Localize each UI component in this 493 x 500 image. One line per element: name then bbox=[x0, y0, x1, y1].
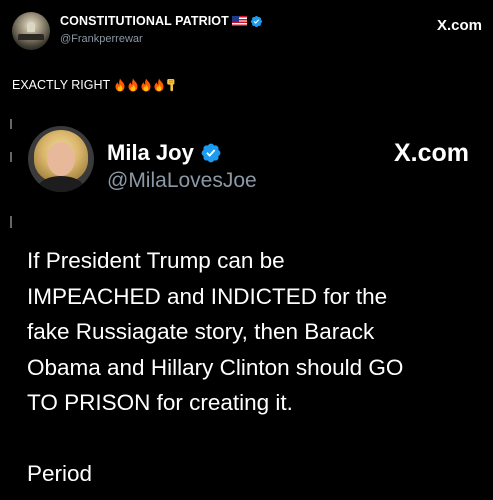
avatar-face-graphic bbox=[47, 142, 75, 176]
site-watermark: X.com bbox=[436, 17, 482, 34]
fire-emoji bbox=[154, 78, 164, 92]
thread-line-mark bbox=[10, 119, 12, 129]
fire-emoji bbox=[128, 78, 138, 92]
quoted-post-closing: Period bbox=[27, 460, 93, 486]
thread-line-mark bbox=[10, 152, 12, 162]
quoted-post-line: fake Russiagate story, then Barack bbox=[27, 319, 375, 344]
quoted-avatar[interactable] bbox=[28, 126, 94, 192]
quoted-post-line: TO PRISON for creating it. bbox=[27, 390, 293, 415]
display-name[interactable]: CONSTITUTIONAL PATRIOT bbox=[60, 14, 229, 28]
quoted-post-line: Obama and Hillary Clinton should GO bbox=[27, 354, 404, 380]
quoted-post-line: If President Trump can be bbox=[27, 248, 285, 273]
fire-emoji bbox=[115, 78, 125, 92]
post-text-content: EXACTLY RIGHT bbox=[12, 78, 111, 92]
quoted-site-watermark: X.com bbox=[393, 139, 469, 167]
verified-badge-icon bbox=[201, 143, 221, 163]
quoted-handle[interactable]: @MilaLovesJoe bbox=[107, 169, 257, 193]
quoted-post-body: If President Trump can be IMPEACHED and … bbox=[27, 243, 489, 491]
point-down-emoji bbox=[167, 79, 175, 92]
outer-name-row: CONSTITUTIONAL PATRIOT bbox=[60, 14, 263, 28]
outer-post-header: CONSTITUTIONAL PATRIOT @Frankperrewar X.… bbox=[12, 10, 484, 50]
emoji-row bbox=[114, 78, 177, 92]
quoted-name-row: Mila Joy bbox=[107, 140, 222, 166]
post-text: EXACTLY RIGHT bbox=[12, 78, 177, 92]
fire-emoji bbox=[141, 78, 151, 92]
verified-badge-icon bbox=[250, 15, 262, 27]
handle[interactable]: @Frankperrewar bbox=[60, 33, 143, 45]
thread-line-mark bbox=[10, 216, 12, 228]
capitol-dome-graphic bbox=[27, 22, 35, 32]
avatar-building-graphic bbox=[18, 34, 44, 40]
quoted-display-name[interactable]: Mila Joy bbox=[107, 140, 194, 166]
us-flag-icon bbox=[231, 16, 247, 26]
avatar[interactable] bbox=[12, 12, 50, 50]
quoted-post-line: IMPEACHED and INDICTED for the bbox=[27, 283, 388, 309]
